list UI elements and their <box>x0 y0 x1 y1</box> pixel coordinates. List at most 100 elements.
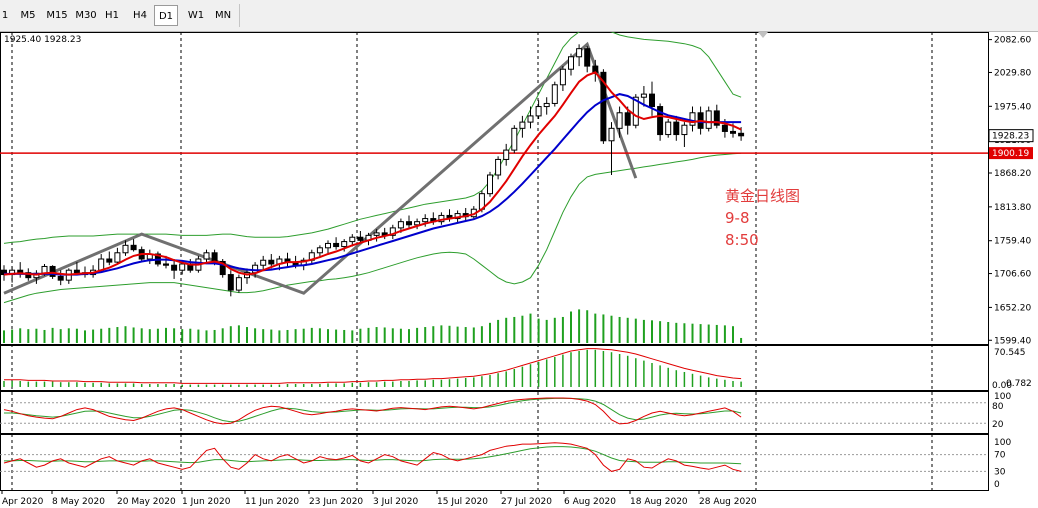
x-tick-label: 27 Jul 2020 <box>501 497 552 507</box>
candle-body <box>584 48 591 67</box>
current-price-label: 1928.23 <box>992 132 1029 142</box>
panel4-tick-label: 0 <box>994 480 1000 490</box>
annotation-time: 8:50 <box>725 231 759 249</box>
y-tick-label: 1599.40 <box>994 336 1031 346</box>
candle-body <box>495 158 502 176</box>
candle-body <box>341 241 348 248</box>
y-tick-label: 1706.60 <box>994 270 1031 280</box>
candle-body <box>357 236 364 241</box>
candle-body <box>179 263 186 271</box>
candle-body <box>333 242 340 248</box>
candle-body <box>260 259 267 266</box>
timeframe-1-button[interactable]: 1 <box>0 5 10 26</box>
candle-body <box>559 68 566 86</box>
price-chart[interactable]: 2082.602029.801975.401921.001868.201813.… <box>0 32 1038 508</box>
timeframe-d1-button[interactable]: D1 <box>154 5 178 26</box>
candle-body <box>163 263 169 266</box>
candle-body <box>738 132 745 137</box>
toolbar-separator <box>239 4 240 27</box>
candle-body <box>730 130 736 134</box>
candle-body <box>673 121 680 136</box>
x-tick-label: 8 May 2020 <box>52 497 105 507</box>
x-tick-label: 1 Jun 2020 <box>182 497 231 507</box>
x-tick-label: 3 Jul 2020 <box>373 497 418 507</box>
candle-body <box>349 236 356 243</box>
timeframe-h4-button[interactable]: H4 <box>130 5 150 26</box>
candle-body <box>397 221 404 229</box>
panel4-tick-label: 30 <box>994 467 1006 477</box>
x-tick-label: 23 Jun 2020 <box>309 497 363 507</box>
timeframe-h1-button[interactable]: H1 <box>102 5 122 26</box>
x-tick-label: 28 Aug 2020 <box>699 497 757 507</box>
x-tick-label: 6 Aug 2020 <box>564 497 616 507</box>
x-tick-label: 15 Jul 2020 <box>437 497 488 507</box>
main-panel-frame <box>0 32 989 345</box>
candle-body <box>721 124 728 132</box>
y-tick-label: 1759.40 <box>994 237 1031 247</box>
candle-body <box>535 106 542 117</box>
candle-body <box>519 121 526 129</box>
panel4-tick-label: 100 <box>994 438 1011 448</box>
candle-body <box>227 274 234 291</box>
timeframe-mn-button[interactable]: MN <box>211 5 235 26</box>
candle-body <box>551 84 558 104</box>
indicator-panel-3-frame <box>0 391 989 434</box>
candle-body <box>373 232 380 236</box>
y-tick-label: 1813.80 <box>994 203 1031 213</box>
indicator-panel-4-frame <box>0 434 989 491</box>
candle-body <box>608 127 615 142</box>
timeframe-m15-button[interactable]: M15 <box>44 5 70 26</box>
panel3-top-label: 100 <box>994 392 1011 402</box>
annotation-title: 黄金日线图 <box>725 187 801 205</box>
x-tick-label: Apr 2020 <box>2 497 44 507</box>
candle-body <box>665 121 672 136</box>
candle-body <box>616 112 623 129</box>
y-tick-label: 1652.20 <box>994 303 1031 313</box>
candle-body <box>106 258 113 263</box>
y-tick-label: 1975.40 <box>994 102 1031 112</box>
y-tick-label: 2029.80 <box>994 68 1031 78</box>
panel4-tick-label: 70 <box>994 451 1006 461</box>
timeframe-w1-button[interactable]: W1 <box>185 5 207 26</box>
x-tick-label: 20 May 2020 <box>117 497 176 507</box>
candle-body <box>543 102 550 108</box>
x-tick-label: 11 Jun 2020 <box>245 497 299 507</box>
candle-body <box>568 56 574 70</box>
candle-body <box>624 112 631 126</box>
timeframe-m30-button[interactable]: M30 <box>74 5 98 26</box>
x-tick-label: 18 Aug 2020 <box>630 497 688 507</box>
candle-body <box>130 244 137 251</box>
candle-body <box>527 115 534 123</box>
panel2-value-label: 0.782 <box>1006 379 1032 389</box>
candle-body <box>511 127 518 151</box>
candle-body <box>316 247 323 254</box>
candle-body <box>487 174 493 195</box>
candle-body <box>171 264 178 271</box>
timeframe-m5-button[interactable]: M5 <box>17 5 39 26</box>
candle-body <box>235 277 242 291</box>
timeframe-toolbar: 1 M5 M15 M30 H1 H4 D1 W1 MN <box>0 0 1038 32</box>
candle-body <box>122 244 129 254</box>
candle-body <box>414 221 421 226</box>
candle-body <box>406 221 412 226</box>
candle-body <box>422 218 429 223</box>
candle-body <box>325 242 331 249</box>
candle-body <box>114 252 121 263</box>
candle-body <box>73 269 80 274</box>
candle-body <box>211 252 218 262</box>
annotation-date: 9-8 <box>725 209 750 227</box>
candle-body <box>98 258 105 271</box>
y-tick-label: 1868.20 <box>994 169 1031 179</box>
candle-body <box>689 112 696 126</box>
candle-body <box>705 110 712 129</box>
candle-body <box>576 48 583 58</box>
candle-body <box>57 275 64 281</box>
candle-body <box>503 149 510 160</box>
ohlc-readout: 1925.40 1928.23 <box>4 35 82 45</box>
candle-body <box>268 259 275 265</box>
candle-body <box>681 124 688 136</box>
level-price-label: 1900.19 <box>992 149 1029 159</box>
candle-body <box>640 93 647 98</box>
candle-body <box>649 93 655 108</box>
candle-body <box>203 252 210 260</box>
